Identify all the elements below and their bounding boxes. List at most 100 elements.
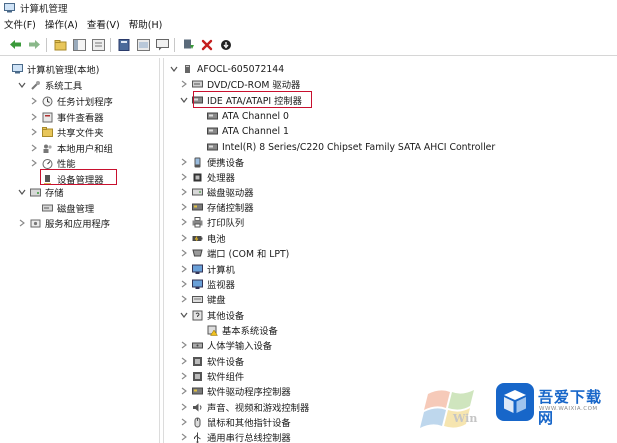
device-label: AFOCL-605072144 bbox=[197, 63, 285, 75]
computer-management-icon bbox=[4, 3, 15, 13]
device-basic-system[interactable]: 基本系统设备 bbox=[207, 323, 278, 337]
collapsed-chevron-icon[interactable] bbox=[180, 403, 188, 411]
device-label: 键盘 bbox=[207, 295, 226, 306]
collapsed-chevron-icon[interactable] bbox=[180, 80, 188, 88]
expanded-chevron-icon[interactable] bbox=[170, 65, 178, 73]
device-category-computer[interactable]: 计算机 bbox=[180, 262, 235, 276]
collapsed-chevron-icon[interactable] bbox=[30, 159, 38, 167]
collapsed-chevron-icon[interactable] bbox=[180, 357, 188, 365]
collapsed-chevron-icon[interactable] bbox=[30, 97, 38, 105]
tree-item-storage[interactable]: 存储 bbox=[18, 185, 64, 199]
device-category-portable[interactable]: 便携设备 bbox=[180, 155, 244, 169]
disk-drive-icon bbox=[192, 187, 203, 198]
device-category-disk-drives[interactable]: 磁盘驱动器 bbox=[180, 185, 254, 199]
device-category-hid[interactable]: 人体学输入设备 bbox=[180, 338, 272, 352]
back-icon[interactable] bbox=[8, 38, 22, 52]
tree-item-event-viewer[interactable]: 事件查看器 bbox=[30, 110, 104, 124]
collapsed-chevron-icon[interactable] bbox=[30, 113, 38, 121]
device-label: 软件组件 bbox=[207, 372, 245, 383]
download-icon[interactable] bbox=[219, 38, 233, 52]
expanded-chevron-icon[interactable] bbox=[18, 81, 26, 89]
collapsed-chevron-icon[interactable] bbox=[180, 249, 188, 257]
collapsed-chevron-icon[interactable] bbox=[180, 280, 188, 288]
forward-icon[interactable] bbox=[27, 38, 41, 52]
ide-channel-icon bbox=[207, 126, 218, 137]
collapsed-chevron-icon[interactable] bbox=[180, 433, 188, 441]
storage-controller-icon bbox=[192, 202, 203, 213]
port-icon bbox=[192, 248, 203, 259]
device-label: 其他设备 bbox=[207, 311, 245, 322]
device-category-software-components[interactable]: 软件组件 bbox=[180, 369, 244, 383]
driver-controller-icon bbox=[192, 386, 203, 397]
menu-file[interactable]: 文件(F) bbox=[4, 17, 36, 31]
device-ahci-controller[interactable]: Intel(R) 8 Series/C220 Chipset Family SA… bbox=[207, 140, 495, 154]
menu-view[interactable]: 查看(V) bbox=[87, 17, 120, 31]
update-driver-icon[interactable] bbox=[181, 38, 195, 52]
device-label: 电池 bbox=[207, 234, 226, 245]
menu-action[interactable]: 操作(A) bbox=[45, 17, 78, 31]
device-category-storage-controllers[interactable]: 存储控制器 bbox=[180, 200, 254, 214]
tree-item-services[interactable]: 服务和应用程序 bbox=[18, 216, 110, 230]
menu-bar: 文件(F) 操作(A) 查看(V) 帮助(H) bbox=[0, 16, 617, 32]
collapsed-chevron-icon[interactable] bbox=[180, 188, 188, 196]
tree-item-system-tools[interactable]: 系统工具 bbox=[18, 78, 82, 92]
device-category-dvd[interactable]: DVD/CD-ROM 驱动器 bbox=[180, 77, 300, 91]
collapsed-chevron-icon[interactable] bbox=[180, 173, 188, 181]
toolbar-separator bbox=[110, 37, 111, 52]
up-folder-icon[interactable] bbox=[53, 38, 67, 52]
device-label: 端口 (COM 和 LPT) bbox=[207, 249, 290, 260]
collapsed-chevron-icon[interactable] bbox=[180, 341, 188, 349]
collapsed-chevron-icon[interactable] bbox=[180, 203, 188, 211]
collapsed-chevron-icon[interactable] bbox=[180, 372, 188, 380]
device-category-monitors[interactable]: 监视器 bbox=[180, 277, 235, 291]
users-icon bbox=[42, 143, 53, 154]
processor-icon bbox=[192, 172, 203, 183]
tree-item-local-users[interactable]: 本地用户和组 bbox=[30, 141, 113, 155]
comment-icon[interactable] bbox=[155, 38, 169, 52]
expanded-chevron-icon[interactable] bbox=[18, 188, 26, 196]
collapsed-chevron-icon[interactable] bbox=[180, 387, 188, 395]
device-category-sw-driver-controllers[interactable]: 软件驱动程序控制器 bbox=[180, 384, 291, 398]
device-label: ATA Channel 0 bbox=[222, 110, 289, 122]
collapsed-chevron-icon[interactable] bbox=[180, 158, 188, 166]
collapsed-chevron-icon[interactable] bbox=[180, 418, 188, 426]
device-label: 计算机 bbox=[207, 265, 235, 276]
collapsed-chevron-icon[interactable] bbox=[180, 265, 188, 273]
tree-item-performance[interactable]: 性能 bbox=[30, 156, 76, 170]
collapsed-chevron-icon[interactable] bbox=[30, 144, 38, 152]
tree-item-task-scheduler[interactable]: 任务计划程序 bbox=[30, 94, 113, 108]
device-category-other[interactable]: 其他设备 bbox=[180, 308, 244, 322]
device-category-battery[interactable]: 电池 bbox=[180, 231, 226, 245]
collapsed-chevron-icon[interactable] bbox=[180, 218, 188, 226]
collapsed-chevron-icon[interactable] bbox=[30, 128, 38, 136]
device-category-print-queue[interactable]: 打印队列 bbox=[180, 215, 244, 229]
delete-icon[interactable] bbox=[200, 38, 214, 52]
tree-item-root[interactable]: 计算机管理(本地) bbox=[12, 62, 99, 76]
menu-help[interactable]: 帮助(H) bbox=[129, 17, 163, 31]
expanded-chevron-icon[interactable] bbox=[180, 311, 188, 319]
device-category-sound[interactable]: 声音、视频和游戏控制器 bbox=[180, 400, 309, 414]
device-computer-root[interactable]: AFOCL-605072144 bbox=[170, 62, 284, 76]
device-category-usb[interactable]: 通用串行总线控制器 bbox=[180, 430, 291, 443]
expanded-chevron-icon[interactable] bbox=[180, 96, 188, 104]
collapsed-chevron-icon[interactable] bbox=[180, 234, 188, 242]
portable-device-icon bbox=[192, 157, 203, 168]
properties-icon[interactable] bbox=[91, 38, 105, 52]
device-category-software-devices[interactable]: 软件设备 bbox=[180, 354, 244, 368]
device-ide-channel-1[interactable]: ATA Channel 1 bbox=[207, 124, 289, 138]
tree-item-shared-folders[interactable]: 共享文件夹 bbox=[30, 125, 104, 139]
device-category-mice[interactable]: 鼠标和其他指针设备 bbox=[180, 415, 291, 429]
console-icon[interactable] bbox=[136, 38, 150, 52]
device-category-processor[interactable]: 处理器 bbox=[180, 170, 235, 184]
collapsed-chevron-icon[interactable] bbox=[18, 219, 26, 227]
device-ide-channel-0[interactable]: ATA Channel 0 bbox=[207, 109, 289, 123]
tree-item-disk-management[interactable]: 磁盘管理 bbox=[42, 201, 94, 215]
help-icon[interactable] bbox=[117, 38, 131, 52]
keyboard-icon bbox=[192, 294, 203, 305]
services-icon bbox=[30, 218, 41, 229]
device-category-ports[interactable]: 端口 (COM 和 LPT) bbox=[180, 246, 289, 260]
device-category-keyboard[interactable]: 键盘 bbox=[180, 292, 226, 306]
collapsed-chevron-icon[interactable] bbox=[180, 295, 188, 303]
highlight-box bbox=[40, 169, 117, 185]
show-tree-icon[interactable] bbox=[72, 38, 86, 52]
